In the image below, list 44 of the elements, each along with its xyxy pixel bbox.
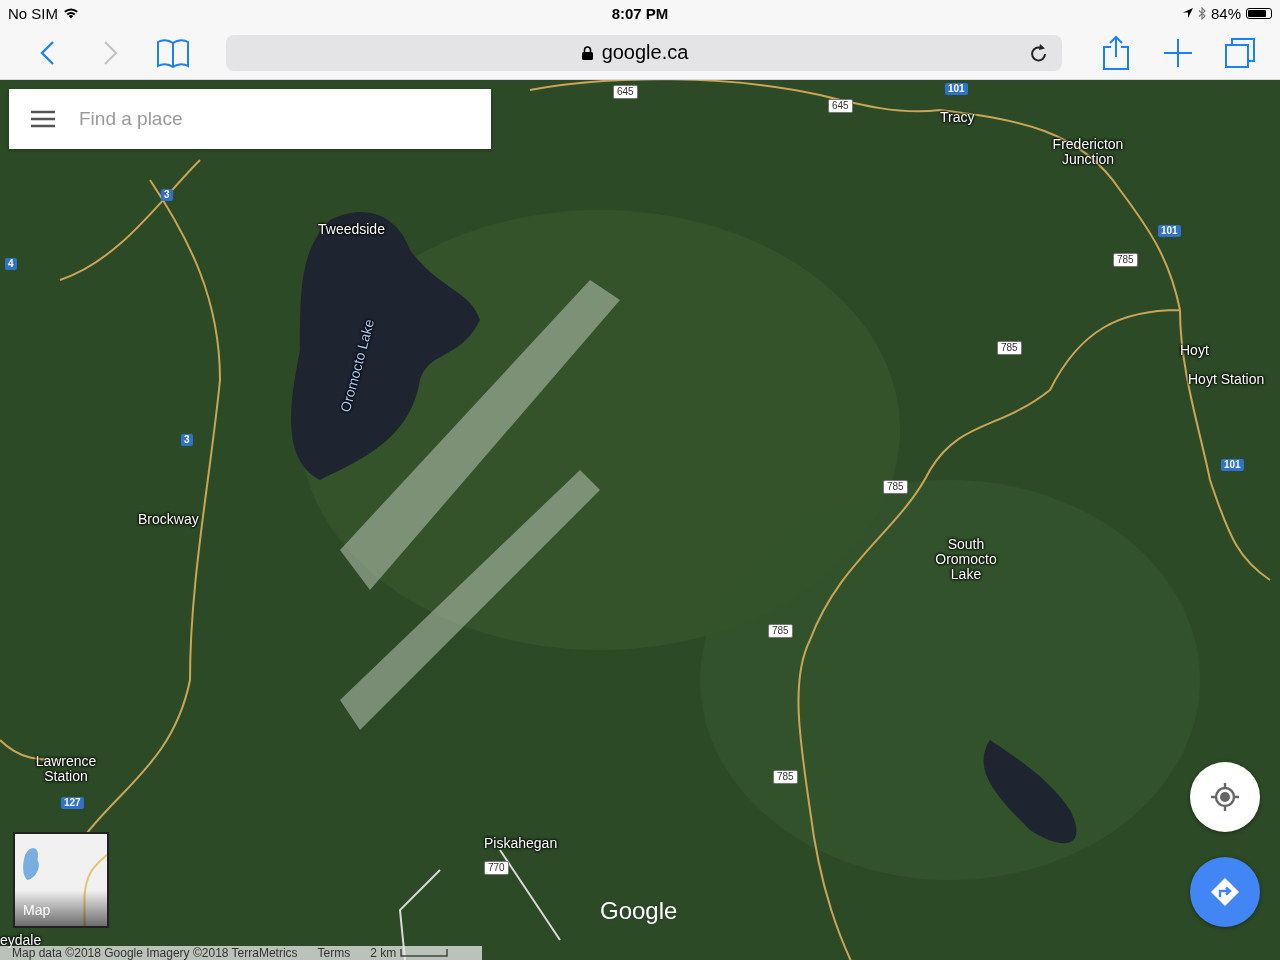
- menu-icon[interactable]: [31, 110, 55, 128]
- reload-icon[interactable]: [1030, 42, 1048, 63]
- place-label: Brockway: [138, 512, 199, 527]
- route-shield: 770: [484, 861, 509, 875]
- route-shield: 3: [181, 434, 193, 446]
- address-bar[interactable]: google.ca: [226, 34, 1062, 71]
- url-text: google.ca: [601, 41, 689, 64]
- place-label: eydale: [0, 933, 42, 948]
- route-shield: 3: [161, 189, 173, 201]
- route-shield: 645: [828, 99, 853, 113]
- search-field[interactable]: Find a place: [77, 107, 469, 131]
- place-label: Tweedside: [318, 222, 385, 237]
- route-shield: 785: [997, 341, 1022, 355]
- place-label: Lawrence Station: [34, 754, 98, 784]
- crosshair-icon: [1210, 782, 1240, 812]
- attribution-text: Map data ©2018 Google Imagery ©2018 TerraMetrics: [12, 946, 298, 960]
- google-logo: Google: [600, 897, 678, 925]
- route-shield: 785: [883, 480, 908, 494]
- battery-icon: [1246, 7, 1272, 19]
- route-shield: 645: [613, 85, 638, 99]
- carrier-text: No SIM: [8, 4, 58, 22]
- route-shield: 785: [773, 770, 798, 784]
- wifi-icon: [63, 7, 79, 19]
- place-label: Piskahegan: [484, 836, 558, 851]
- route-shield: 127: [61, 797, 84, 809]
- scale-label: 2 km: [370, 946, 397, 960]
- route-shield: 101: [1158, 225, 1181, 237]
- place-label: Tracy: [940, 110, 975, 125]
- battery-percent: 84%: [1210, 4, 1241, 22]
- route-shield: 785: [768, 624, 793, 638]
- route-shield: 785: [1113, 253, 1138, 267]
- route-shield: 101: [1221, 459, 1244, 471]
- place-label: South Oromocto Lake: [934, 537, 998, 582]
- back-chevron-icon: [40, 39, 56, 66]
- forward-chevron-icon: [102, 39, 118, 66]
- terms-link[interactable]: Terms: [317, 946, 351, 960]
- route-shield: 101: [945, 83, 968, 95]
- location-arrow-icon: [1182, 8, 1193, 18]
- scale-bar-icon: [400, 949, 449, 957]
- search-box[interactable]: Find a place: [9, 89, 491, 149]
- place-label: Hoyt Station: [1188, 372, 1265, 387]
- bluetooth-icon: [1197, 6, 1206, 20]
- clock-time: 8:07 PM: [611, 4, 669, 22]
- route-shield: 4: [5, 258, 17, 270]
